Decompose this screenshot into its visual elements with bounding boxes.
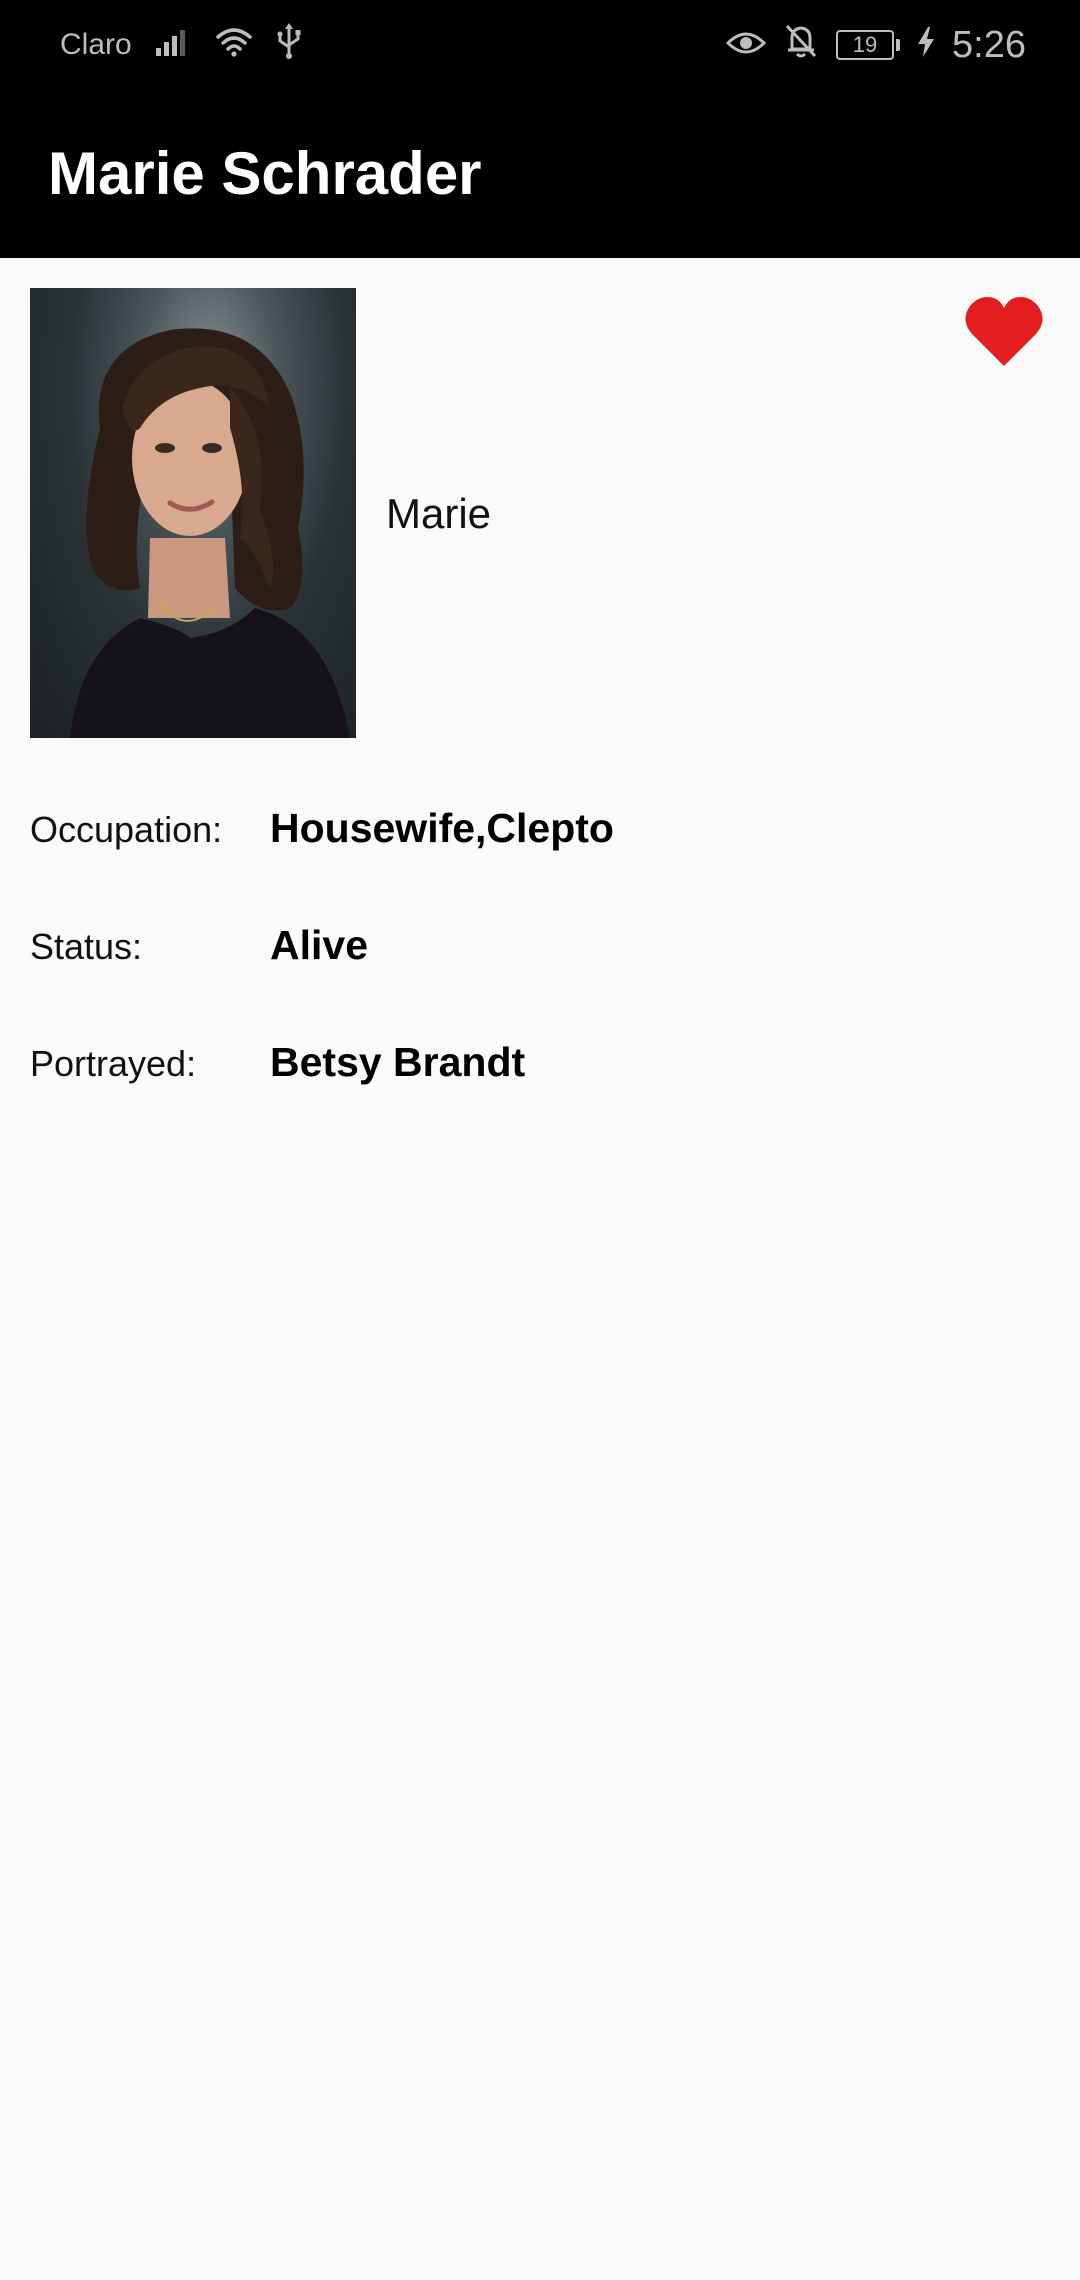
character-portrait — [30, 288, 356, 738]
portrayed-value: Betsy Brandt — [270, 1039, 526, 1085]
eye-icon — [725, 24, 767, 66]
app-bar: Marie Schrader — [0, 90, 1080, 258]
occupation-value: Housewife,Clepto — [270, 805, 614, 851]
heart-icon[interactable] — [964, 294, 1044, 368]
portrayed-label: Portrayed: — [30, 1043, 197, 1084]
page-title: Marie Schrader — [48, 140, 482, 207]
charging-icon — [918, 24, 935, 66]
status-label: Status: — [30, 926, 143, 967]
battery-level: 19 — [836, 30, 895, 60]
wifi-icon — [214, 25, 254, 65]
character-nickname: Marie — [386, 490, 492, 537]
status-bar: Claro 19 5:26 — [0, 0, 1080, 90]
battery-icon: 19 — [836, 30, 901, 60]
status-value: Alive — [270, 922, 368, 968]
bell-off-icon — [784, 23, 818, 68]
signal-icon — [154, 26, 192, 64]
status-left: Claro — [60, 0, 302, 90]
status-right: 19 5:26 — [725, 0, 1026, 90]
usb-icon — [276, 23, 302, 67]
occupation-label: Occupation: — [30, 809, 223, 850]
clock-time: 5:26 — [952, 23, 1026, 66]
carrier-label: Claro — [60, 28, 132, 61]
